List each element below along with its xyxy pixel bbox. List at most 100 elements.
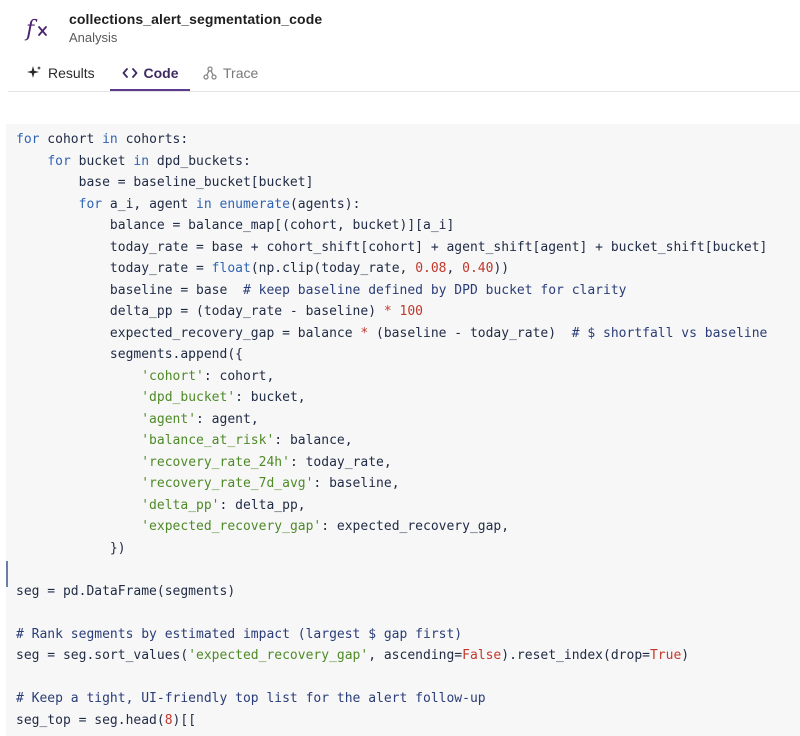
tab-results[interactable]: Results [26, 56, 95, 90]
tab-results-label: Results [48, 65, 95, 81]
page-title: collections_alert_segmentation_code [69, 11, 323, 27]
tab-code[interactable]: Code [110, 56, 190, 91]
code-token: * [383, 304, 392, 319]
code-token: in [196, 196, 212, 212]
code-token: : balance, [274, 433, 353, 448]
code-line: 'cohort': cohort, [16, 366, 767, 388]
code-line: today_rate = base + cohort_shift[cohort]… [16, 237, 767, 259]
code-token: delta_pp = (today_rate - baseline) [16, 304, 384, 319]
code-line: for bucket in dpd_buckets: [16, 151, 767, 173]
code-token: seg = pd.DataFrame(segments) [16, 583, 236, 599]
code-token: today_rate = base + cohort_shift[cohort]… [16, 239, 768, 255]
code-token: : bucket, [235, 390, 306, 405]
code-token: today_rate = [16, 261, 212, 276]
code-token: cohorts: [117, 132, 189, 147]
code-token: : cohort, [203, 368, 275, 384]
code-token: (np.clip(today_rate, [250, 261, 416, 276]
code-token: 'recovery_rate_7d_avg' [141, 476, 314, 491]
code-token: in [133, 153, 150, 169]
code-token: # Rank segments by estimated impact (lar… [16, 626, 463, 642]
tab-code-label: Code [143, 64, 179, 81]
code-line: seg_top = seg.head(8)[[ [16, 710, 767, 732]
code-token: }) [16, 540, 126, 556]
code-line: today_rate = float(np.clip(today_rate, 0… [16, 258, 767, 280]
code-token: # $ shortfall vs baseline [571, 325, 768, 341]
code-line: 'dpd_bucket': bucket, [16, 387, 767, 409]
code-token: 0.08 [415, 261, 447, 276]
code-line: baseline = base # keep baseline defined … [16, 280, 767, 302]
code-line: for cohort in cohorts: [16, 129, 767, 151]
code-token: float [211, 261, 251, 276]
code-token: 'dpd_bucket' [141, 390, 236, 405]
code-line: balance = balance_map[(cohort, bucket)][… [16, 215, 767, 237]
code-token: (baseline - today_rate) [368, 325, 572, 341]
tab-trace-label: Trace [223, 65, 259, 81]
code-token: 'recovery_rate_24h' [141, 454, 290, 470]
code-token: 'expected_recovery_gap' [141, 519, 322, 534]
code-line: 'expected_recovery_gap': expected_recove… [16, 516, 767, 538]
code-token: 0.40 [462, 261, 494, 276]
trace-icon [203, 66, 217, 80]
code-line: seg = seg.sort_values('expected_recovery… [16, 645, 767, 667]
svg-text:f: f [24, 17, 38, 42]
code-block: for cohort in cohorts: for bucket in dpd… [16, 129, 767, 731]
page-subtitle: Analysis [69, 30, 118, 45]
code-line: # Keep a tight, UI-friendly top list for… [16, 688, 767, 710]
code-line: }) [16, 538, 767, 560]
code-token: bucket [70, 153, 134, 169]
code-line: delta_pp = (today_rate - baseline) * 100 [16, 301, 767, 323]
code-token: : expected_recovery_gap, [321, 519, 510, 534]
code-token: segments.append({ [16, 347, 243, 362]
code-line: 'agent': agent, [16, 409, 767, 431]
code-token: ) [681, 648, 690, 663]
code-line: base = baseline_bucket[bucket] [16, 172, 767, 194]
code-token: for [78, 196, 103, 212]
code-token: a_i, agent [102, 196, 197, 212]
code-line: for a_i, agent in enumerate(agents): [16, 194, 767, 216]
code-viewer[interactable]: for cohort in cohorts: for bucket in dpd… [6, 124, 800, 736]
code-line: seg = pd.DataFrame(segments) [16, 581, 767, 603]
code-token: : today_rate, [289, 454, 392, 470]
code-token: 'cohort' [141, 368, 204, 384]
code-token: baseline = base [16, 282, 243, 298]
code-token: for [16, 132, 40, 147]
code-line: 'delta_pp': delta_pp, [16, 495, 767, 517]
code-token: : delta_pp, [219, 497, 306, 513]
code-token: enumerate [219, 196, 290, 212]
code-token: ).reset_index(drop= [501, 648, 650, 663]
code-token: balance = balance_map[(cohort, bucket)][… [16, 218, 455, 233]
code-token: : baseline, [313, 476, 400, 491]
code-token: dpd_buckets: [149, 153, 251, 169]
tab-trace[interactable]: Trace [203, 56, 258, 90]
code-line: segments.append({ [16, 344, 767, 366]
function-icon: f [24, 14, 54, 44]
code-token: seg_top = seg.head( [16, 712, 165, 728]
sparkle-icon [26, 65, 42, 81]
code-token: in [102, 132, 118, 147]
code-token: )[[ [172, 712, 197, 728]
code-token: True [649, 648, 682, 663]
code-token: base = baseline_bucket[bucket] [16, 175, 314, 190]
scroll-marker [6, 561, 8, 587]
code-token: , [446, 261, 463, 276]
code-token: seg = seg.sort_values( [16, 648, 189, 663]
code-token: False [462, 648, 502, 663]
code-token: cohort [39, 132, 103, 147]
code-line: 'balance_at_risk': balance, [16, 430, 767, 452]
code-token: expected_recovery_gap = balance [16, 325, 361, 341]
code-token: 'agent' [141, 411, 197, 427]
code-token: for [47, 153, 71, 169]
